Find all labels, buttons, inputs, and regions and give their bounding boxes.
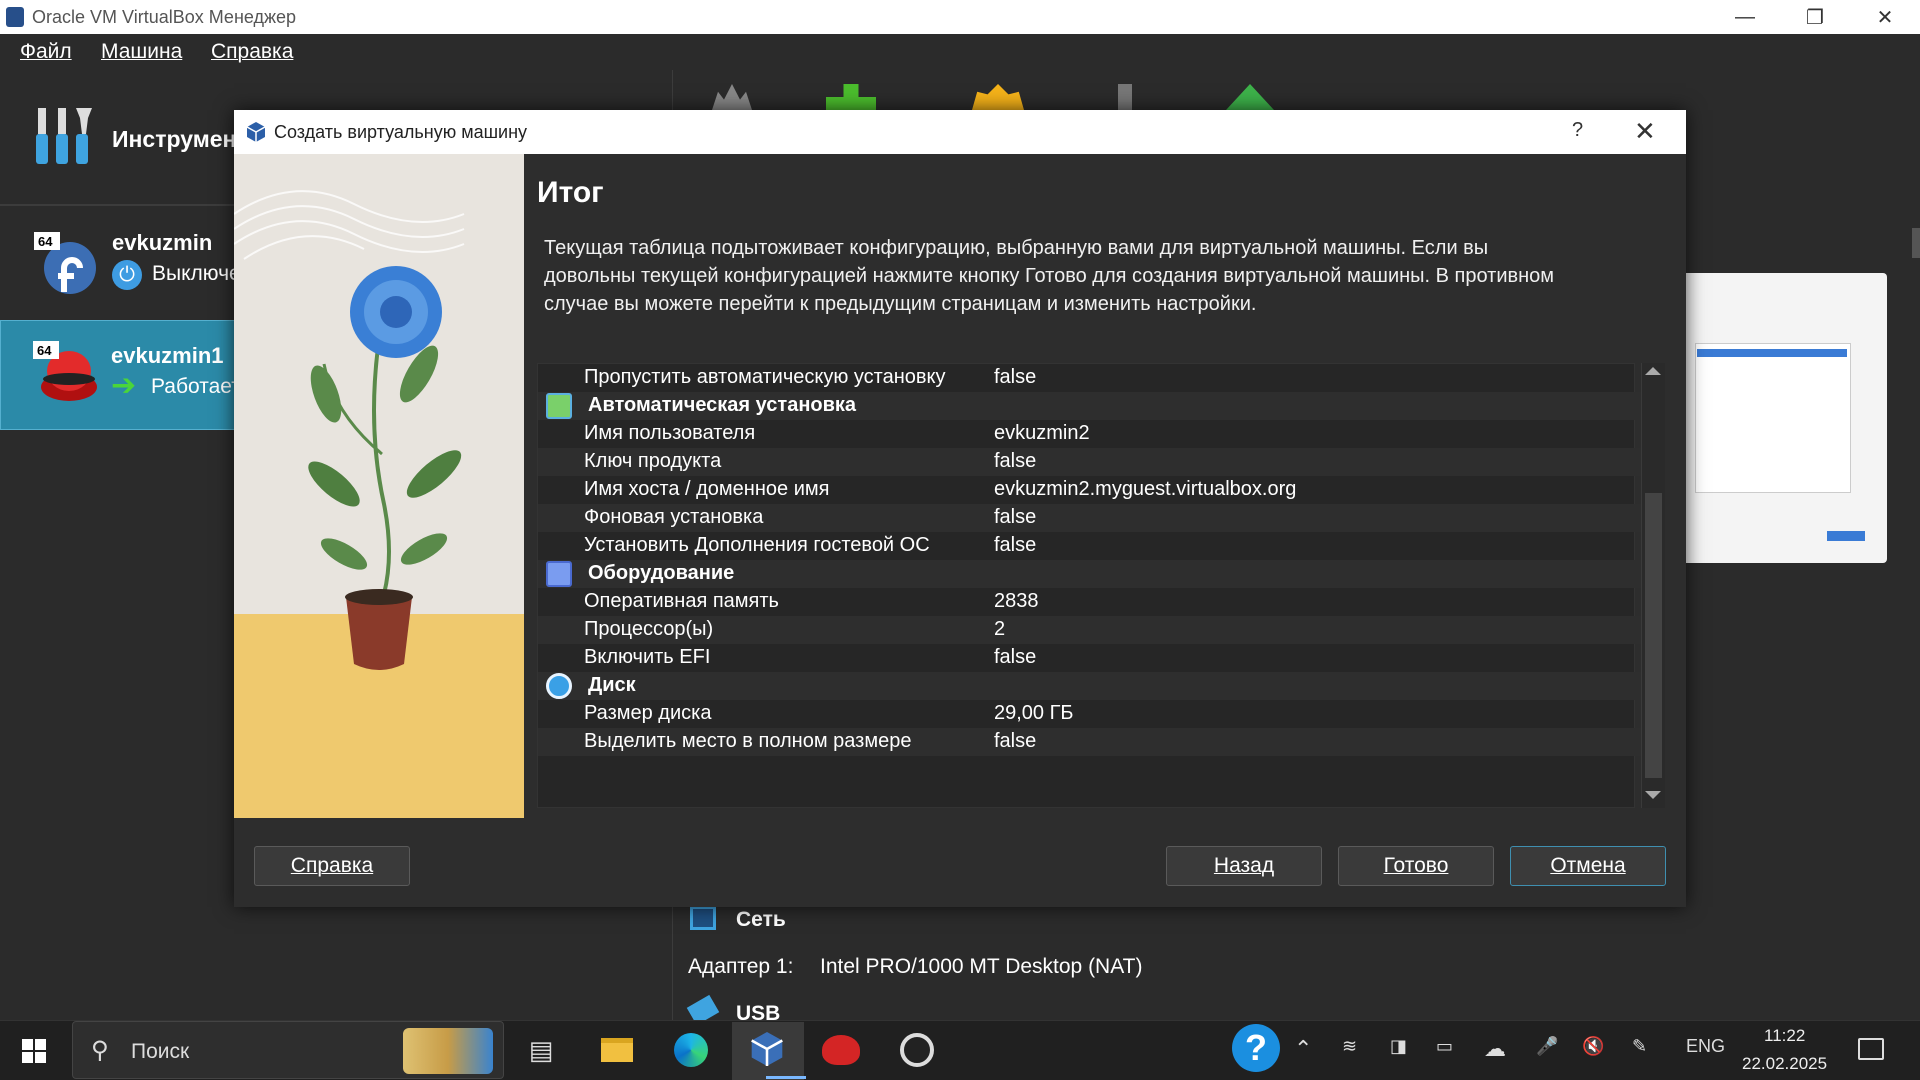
taskbar-search-box[interactable]: ⚲ Поиск — [72, 1021, 504, 1079]
details-scrollbar[interactable] — [1912, 228, 1920, 258]
preview-button — [1827, 531, 1865, 541]
volume-muted-icon[interactable]: 🔇 — [1582, 1036, 1604, 1057]
search-highlight-icon — [403, 1028, 493, 1074]
tools-icon[interactable] — [34, 104, 94, 168]
preview-window — [1695, 343, 1851, 493]
file-explorer-icon[interactable] — [596, 1029, 638, 1071]
vm-name: evkuzmin1 — [111, 343, 224, 368]
virtualbox-taskbar-icon[interactable] — [750, 1030, 784, 1068]
summary-row[interactable]: Размер диска 29,00 ГБ — [538, 700, 1641, 728]
network-icon — [690, 906, 716, 930]
scroll-down-arrow-icon[interactable] — [1645, 791, 1661, 799]
os-bitness-badge: 64 — [38, 234, 53, 249]
summary-row[interactable]: Установить Дополнения гостевой ОС false — [538, 532, 1641, 560]
fedora-os-icon: 64 — [34, 232, 96, 294]
os-bitness-badge: 64 — [37, 343, 52, 358]
summary-row[interactable]: Пропустить автоматическую установку false — [538, 364, 1641, 392]
notifications-icon[interactable] — [1858, 1038, 1884, 1060]
redhat-os-icon: 64 — [33, 341, 97, 401]
stop-toolbar-icon[interactable] — [1118, 84, 1132, 110]
search-icon: ⚲ — [91, 1037, 109, 1064]
active-indicator — [766, 1076, 806, 1079]
help-button[interactable]: Справка — [254, 846, 410, 886]
disk-icon — [546, 673, 572, 699]
obs-icon[interactable] — [896, 1029, 938, 1071]
summary-row[interactable]: Имя пользователя evkuzmin2 — [538, 420, 1641, 448]
summary-row[interactable]: Процессор(ы) 2 — [538, 616, 1641, 644]
edge-icon[interactable] — [670, 1029, 712, 1071]
onedrive-icon[interactable]: ☁ — [1484, 1036, 1506, 1062]
help-tray-icon[interactable]: ? — [1232, 1024, 1280, 1072]
menu-bar: Файл Машина Справка — [0, 34, 1920, 70]
clock-time[interactable]: 11:22 — [1764, 1026, 1805, 1046]
dialog-title-bar: Создать виртуальную машину ? ✕ — [234, 110, 1686, 154]
summary-tree[interactable]: Пропустить автоматическую установку false… — [537, 363, 1641, 808]
cancel-button[interactable]: Отмена — [1510, 846, 1666, 886]
language-indicator[interactable]: ENG — [1686, 1036, 1725, 1057]
menu-machine[interactable]: Машина — [101, 40, 182, 64]
finish-button[interactable]: Готово — [1338, 846, 1494, 886]
create-vm-dialog: Создать виртуальную машину ? ✕ Итог Теку… — [234, 110, 1686, 907]
summary-row[interactable]: Фоновая установка false — [538, 504, 1641, 532]
pen-icon[interactable]: ✎ — [1632, 1036, 1647, 1057]
vm-item-evkuzmin[interactable]: 64 evkuzmin ⏻ Выключена — [0, 208, 264, 320]
wifi-icon[interactable]: ≋ — [1342, 1036, 1357, 1057]
minimize-button[interactable]: — — [1710, 0, 1780, 34]
vm-state: Работает — [151, 375, 241, 398]
start-button[interactable] — [22, 1039, 46, 1063]
unattended-install-icon — [546, 393, 572, 419]
scroll-thumb[interactable] — [1645, 493, 1662, 778]
running-arrow-icon: ➔ — [111, 369, 137, 402]
summary-row[interactable]: Включить EFI false — [538, 644, 1641, 672]
dialog-title: Создать виртуальную машину — [274, 122, 528, 142]
summary-section-unattended[interactable]: Автоматическая установка — [538, 392, 1641, 420]
context-help-button[interactable]: ? — [1572, 119, 1583, 142]
virtualbox-cube-icon — [246, 122, 266, 142]
hardware-icon — [546, 561, 572, 587]
battery-icon[interactable]: ▭ — [1436, 1036, 1453, 1057]
dialog-close-button[interactable]: ✕ — [1634, 116, 1656, 147]
window-title: Oracle VM VirtualBox Менеджер — [32, 7, 297, 27]
menu-help[interactable]: Справка — [211, 40, 293, 64]
wizard-illustration — [234, 154, 524, 818]
network-section-title[interactable]: Сеть — [736, 908, 786, 932]
meet-now-icon[interactable]: ◨ — [1390, 1036, 1407, 1057]
back-button[interactable]: Назад — [1166, 846, 1322, 886]
app-title-bar: Oracle VM VirtualBox Менеджер — ❐ ✕ — [0, 0, 1920, 34]
chevron-up-icon[interactable]: ⌃ — [1294, 1036, 1312, 1062]
summary-scrollbar[interactable] — [1641, 363, 1665, 808]
summary-row[interactable]: Оперативная память 2838 — [538, 588, 1641, 616]
summary-row[interactable]: Ключ продукта false — [538, 448, 1641, 476]
task-view-icon[interactable]: ▤ — [520, 1029, 562, 1071]
microphone-icon[interactable]: 🎤 — [1536, 1036, 1558, 1057]
virtualbox-logo-icon — [6, 7, 24, 27]
power-off-icon: ⏻ — [112, 260, 142, 290]
vm-name: evkuzmin — [112, 230, 213, 255]
clock-date[interactable]: 22.02.2025 — [1742, 1054, 1827, 1074]
summary-section-hardware[interactable]: Оборудование — [538, 560, 1641, 588]
adapter-label: Адаптер 1: — [688, 955, 794, 978]
summary-section-disk[interactable]: Диск — [538, 672, 1641, 700]
close-window-button[interactable]: ✕ — [1850, 0, 1920, 34]
search-placeholder: Поиск — [131, 1040, 190, 1063]
vm-item-evkuzmin1-selected[interactable]: 64 evkuzmin1 ➔ Работает — [0, 320, 241, 430]
adapter-value: Intel PRO/1000 MT Desktop (NAT) — [820, 955, 1143, 978]
preview-selection — [1697, 349, 1847, 357]
menu-file[interactable]: Файл — [20, 40, 72, 64]
vm-preview-thumbnail — [1677, 273, 1887, 563]
scroll-up-arrow-icon[interactable] — [1645, 367, 1661, 375]
page-description: Текущая таблица подытоживает конфигураци… — [544, 237, 1555, 315]
usb-section-title[interactable]: USB — [736, 1002, 780, 1020]
maximize-button[interactable]: ❐ — [1780, 0, 1850, 34]
page-title: Итог — [537, 176, 604, 209]
summary-row[interactable]: Имя хоста / доменное имя evkuzmin2.mygues… — [538, 476, 1641, 504]
summary-row[interactable]: Выделить место в полном размере false — [538, 728, 1641, 756]
redhat-vm-taskbar-icon[interactable] — [820, 1029, 862, 1071]
